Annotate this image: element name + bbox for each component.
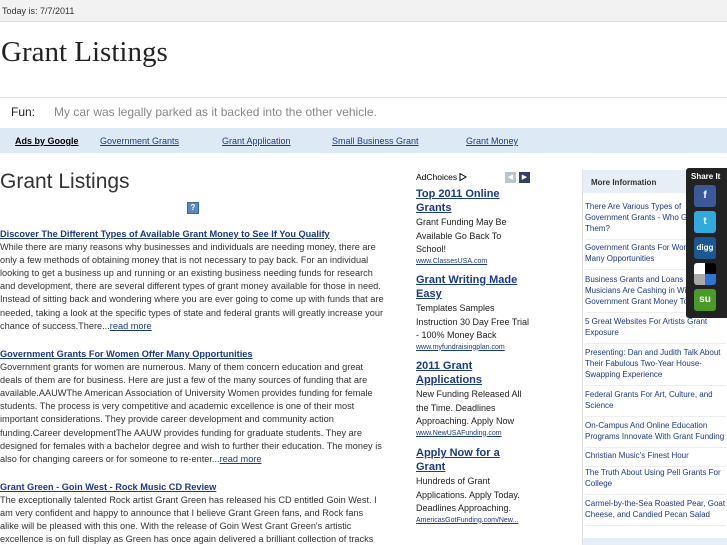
ad-url-link[interactable]: www.NewUSAFunding.com — [416, 430, 532, 437]
date-text: Today is: 7/7/2011 — [2, 6, 75, 16]
facebook-icon[interactable]: f — [694, 185, 716, 207]
sidebar-link[interactable]: Carmel-by-the-Sea Roasted Pear, Goat Che… — [585, 498, 726, 526]
help-icon[interactable]: ? — [187, 202, 199, 214]
digg-icon[interactable]: digg — [694, 237, 716, 259]
chevron-right-icon[interactable]: ▶ — [519, 172, 530, 183]
ad-url-link[interactable]: www.myfundraisingplan.com — [416, 344, 532, 351]
article-item: Government Grants For Women Offer Many O… — [0, 348, 384, 466]
ad-headline-link[interactable]: Apply Now for a Grant — [416, 446, 532, 474]
sidebar-link[interactable]: Presenting: Dan and Judith Talk About Th… — [585, 347, 726, 386]
sidebar-link[interactable]: On-Campus And Online Education Programs … — [585, 420, 726, 448]
sidebar-next-section-header — [583, 538, 727, 545]
read-more-link[interactable]: read more — [220, 454, 262, 464]
read-more-link[interactable]: read more — [110, 321, 152, 331]
ad-link-grant-application[interactable]: Grant Application — [222, 136, 291, 146]
fun-bar: Fun: My car was legally parked as it bac… — [0, 97, 727, 127]
sidebar-link[interactable]: Christian Music's Finest Hour — [585, 450, 726, 467]
article-body: Government grants for women are numerous… — [0, 362, 382, 464]
ads-by-google-link[interactable]: Ads by Google — [15, 136, 79, 146]
ad-unit: 2011 Grant Applications New Funding Rele… — [416, 359, 532, 437]
ad-link-government-grants[interactable]: Government Grants — [100, 136, 179, 146]
ad-headline-link[interactable]: 2011 Grant Applications — [416, 359, 532, 387]
ad-body: Hundreds of Grant Applications. Apply To… — [416, 476, 520, 513]
article-body: The exceptionally talented Rock artist G… — [0, 495, 377, 545]
article-title-link[interactable]: Government Grants For Women Offer Many O… — [0, 348, 384, 361]
ad-link-small-business-grant[interactable]: Small Business Grant — [332, 136, 419, 146]
chevron-left-icon[interactable]: ◀ — [505, 172, 516, 183]
article-title-link[interactable]: Discover The Different Types of Availabl… — [0, 228, 384, 241]
article-body: While there are many reasons why busines… — [0, 242, 384, 331]
stumbleupon-icon[interactable]: su — [694, 289, 716, 311]
delicious-icon[interactable] — [694, 263, 716, 285]
article-item: Grant Green - Goin West - Rock Music CD … — [0, 481, 384, 545]
ad-link-grant-money[interactable]: Grant Money — [466, 136, 518, 146]
sidebar-link[interactable]: The Truth About Using Pell Grants For Co… — [585, 467, 726, 495]
share-widget: Share It f t digg su — [686, 168, 727, 318]
share-label: Share It — [691, 172, 721, 181]
ad-body: New Funding Released All the Time. Deadl… — [416, 389, 522, 426]
adchoices-link[interactable]: AdChoices — [416, 172, 468, 182]
ad-body: Grant Funding May Be Available Go Back T… — [416, 217, 507, 254]
ad-url-link[interactable]: www.ClassesUSA.com — [416, 258, 532, 265]
ads-link-bar: Ads by Google Government Grants Grant Ap… — [0, 128, 727, 153]
article-title-link[interactable]: Grant Green - Goin West - Rock Music CD … — [0, 481, 384, 494]
ad-headline-link[interactable]: Top 2011 Online Grants — [416, 187, 532, 215]
ad-headline-link[interactable]: Grant Writing Made Easy — [416, 273, 532, 301]
ad-unit: Top 2011 Online Grants Grant Funding May… — [416, 187, 532, 265]
sidebar-link[interactable]: Federal Grants For Art, Culture, and Sci… — [585, 389, 726, 417]
article-item: Discover The Different Types of Availabl… — [0, 228, 384, 333]
sidebar-link[interactable]: 5 Great Websites For Artists Grant Expos… — [585, 316, 726, 344]
twitter-icon[interactable]: t — [694, 211, 716, 233]
ad-url-link[interactable]: AmericasGotFunding.com/New... — [416, 517, 532, 524]
fun-label: Fun: — [11, 105, 36, 119]
ad-unit: Apply Now for a Grant Hundreds of Grant … — [416, 446, 532, 524]
adchoices-label: AdChoices — [416, 172, 458, 182]
date-bar: Today is: 7/7/2011 — [0, 0, 727, 22]
ad-unit: Grant Writing Made Easy Templates Sample… — [416, 273, 532, 351]
adchoices-triangle-icon — [459, 172, 468, 182]
site-title[interactable]: Grant Listings — [1, 36, 168, 69]
fun-quote: My car was legally parked as it backed i… — [54, 105, 377, 119]
ad-body: Templates Samples Instruction 30 Day Fre… — [416, 303, 530, 340]
page-heading: Grant Listings — [0, 170, 130, 193]
